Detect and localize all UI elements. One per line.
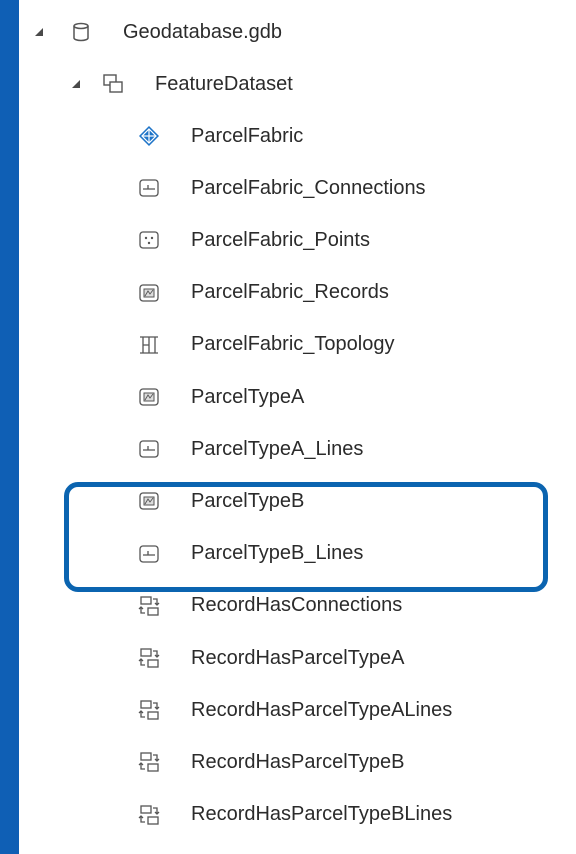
tree-row-item[interactable]: RecordHasParcelTypeA	[19, 638, 576, 678]
relationship-class-icon	[138, 751, 160, 773]
tree-item-label: RecordHasParcelTypeBLines	[191, 803, 453, 826]
tree-row-item[interactable]: ParcelFabric_Points	[19, 220, 576, 260]
tree-row-item[interactable]: RecordHasParcelTypeB	[19, 742, 576, 782]
database-icon	[70, 21, 92, 43]
tree-row-item[interactable]: ParcelTypeA	[19, 377, 576, 417]
line-feature-class-icon	[138, 438, 160, 460]
tree-item-label: RecordHasParcelTypeA	[191, 646, 405, 669]
tree-row-feature-dataset[interactable]: FeatureDataset	[19, 64, 576, 104]
expand-toggle-icon[interactable]	[32, 25, 46, 39]
tree-row-item[interactable]: ParcelFabric_Records	[19, 273, 576, 313]
relationship-class-icon	[138, 699, 160, 721]
catalog-tree-panel: Geodatabase.gdb FeatureDataset ParcelFab…	[19, 0, 576, 854]
tree-row-item[interactable]: ParcelFabric_Connections	[19, 168, 576, 208]
relationship-class-icon	[138, 647, 160, 669]
tree-item-label: RecordHasParcelTypeALines	[191, 698, 453, 721]
tree-item-label: ParcelTypeA_Lines	[191, 437, 364, 460]
tree-item-label: ParcelFabric_Topology	[191, 333, 395, 356]
relationship-class-icon	[138, 595, 160, 617]
tree-item-label: ParcelFabric_Points	[191, 228, 370, 251]
polygon-feature-class-icon	[138, 282, 160, 304]
tree-item-label: RecordHasParcelTypeB	[191, 750, 405, 773]
tree-row-geodatabase[interactable]: Geodatabase.gdb	[19, 12, 576, 52]
polygon-feature-class-icon	[138, 386, 160, 408]
topology-icon	[138, 334, 160, 356]
relationship-class-icon	[138, 804, 160, 826]
feature-dataset-icon	[102, 73, 124, 95]
tree-item-label: ParcelFabric_Records	[191, 281, 389, 304]
expand-toggle-icon[interactable]	[69, 77, 83, 91]
tree-row-item[interactable]: ParcelTypeA_Lines	[19, 429, 576, 469]
point-feature-class-icon	[138, 229, 160, 251]
highlight-box	[64, 482, 548, 592]
tree-row-item[interactable]: ParcelFabric_Topology	[19, 325, 576, 365]
tree-item-label: ParcelFabric	[191, 124, 304, 147]
tree-item-label: ParcelTypeA	[191, 385, 305, 408]
line-feature-class-icon	[138, 177, 160, 199]
parcel-fabric-icon	[138, 125, 160, 147]
tree-row-item[interactable]: RecordHasParcelTypeBLines	[19, 795, 576, 835]
tree-row-item[interactable]: ParcelFabric	[19, 116, 576, 156]
tree-item-label: Geodatabase.gdb	[123, 20, 283, 43]
tree-item-label: FeatureDataset	[155, 72, 293, 95]
tree-item-label: RecordHasConnections	[191, 594, 403, 617]
tree-row-item[interactable]: RecordHasParcelTypeALines	[19, 690, 576, 730]
tree-item-label: ParcelFabric_Connections	[191, 176, 426, 199]
